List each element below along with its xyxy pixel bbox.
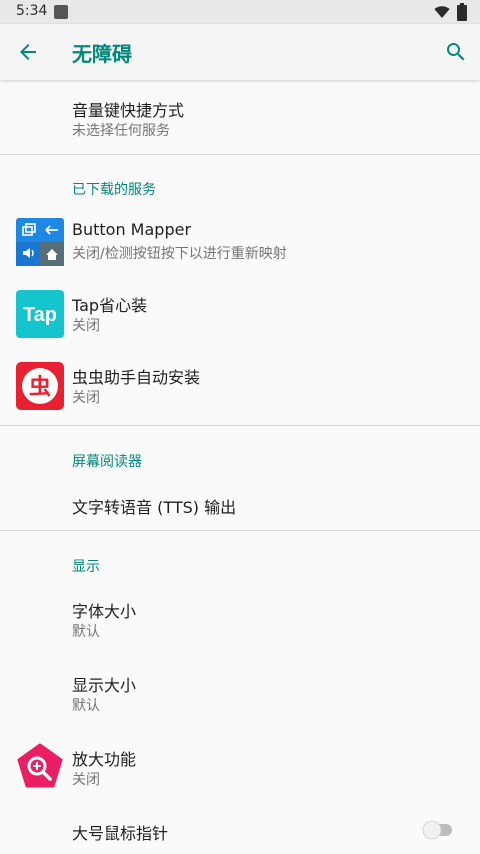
list-item-display-size[interactable]: 显示大小 默认 — [0, 660, 480, 732]
list-item-large-pointer[interactable]: 大号鼠标指针 — [0, 806, 480, 854]
settings-list: 音量键快捷方式 未选择任何服务 已下载的服务 Button Mapper 关闭/… — [0, 80, 480, 854]
font-size-title: 字体大小 — [72, 602, 137, 621]
tts-title: 文字转语音 (TTS) 输出 — [72, 498, 237, 517]
large-pointer-toggle[interactable] — [422, 820, 454, 840]
taptap-icon: Tap — [16, 290, 64, 338]
section-header-display: 显示 — [72, 559, 100, 575]
font-size-subtitle: 默认 — [72, 624, 100, 640]
section-header-downloaded: 已下载的服务 — [72, 182, 156, 198]
tap-subtitle: 关闭 — [72, 318, 100, 334]
chongchong-title: 虫虫助手自动安装 — [72, 368, 201, 387]
status-time: 5:34 — [16, 3, 48, 19]
divider — [0, 530, 480, 531]
battery-icon — [457, 3, 467, 21]
button-mapper-icon — [16, 218, 64, 266]
display-size-subtitle: 默认 — [72, 698, 100, 714]
list-item-button-mapper[interactable]: Button Mapper 关闭/检测按钮按下以进行重新映射 — [0, 206, 480, 278]
volume-shortcut-title: 音量键快捷方式 — [72, 101, 185, 120]
list-item-magnification[interactable]: 放大功能 关闭 — [0, 732, 480, 804]
button-mapper-title: Button Mapper — [72, 220, 192, 239]
svg-text:Tap: Tap — [23, 304, 57, 326]
list-item-font-size[interactable]: 字体大小 默认 — [0, 584, 480, 656]
button-mapper-subtitle: 关闭/检测按钮按下以进行重新映射 — [72, 246, 287, 262]
divider — [0, 154, 480, 155]
large-pointer-title: 大号鼠标指针 — [72, 824, 169, 843]
arrow-back-icon[interactable] — [16, 40, 40, 64]
list-item-tap[interactable]: Tap Tap省心装 关闭 — [0, 278, 480, 350]
chongchong-icon: 虫 — [16, 362, 64, 410]
app-bar: 无障碍 — [0, 24, 480, 80]
notification-icon — [54, 5, 68, 19]
display-size-title: 显示大小 — [72, 676, 137, 695]
magnification-subtitle: 关闭 — [72, 772, 100, 788]
tap-title: Tap省心装 — [72, 296, 148, 315]
list-item-tts[interactable]: 文字转语音 (TTS) 输出 — [0, 478, 480, 530]
magnification-title: 放大功能 — [72, 750, 137, 769]
section-header-screen-reader: 屏幕阅读器 — [72, 454, 142, 470]
page-title: 无障碍 — [72, 42, 132, 66]
volume-shortcut-item[interactable]: 音量键快捷方式 未选择任何服务 — [0, 80, 480, 154]
search-icon[interactable] — [444, 40, 468, 64]
volume-shortcut-subtitle: 未选择任何服务 — [72, 123, 170, 139]
divider — [0, 425, 480, 426]
status-bar: 5:34 — [0, 0, 480, 24]
chongchong-subtitle: 关闭 — [72, 390, 100, 406]
list-item-chongchong[interactable]: 虫 虫虫助手自动安装 关闭 — [0, 350, 480, 422]
magnify-icon — [17, 743, 63, 788]
svg-text:虫: 虫 — [29, 374, 51, 400]
wifi-icon — [434, 6, 450, 18]
